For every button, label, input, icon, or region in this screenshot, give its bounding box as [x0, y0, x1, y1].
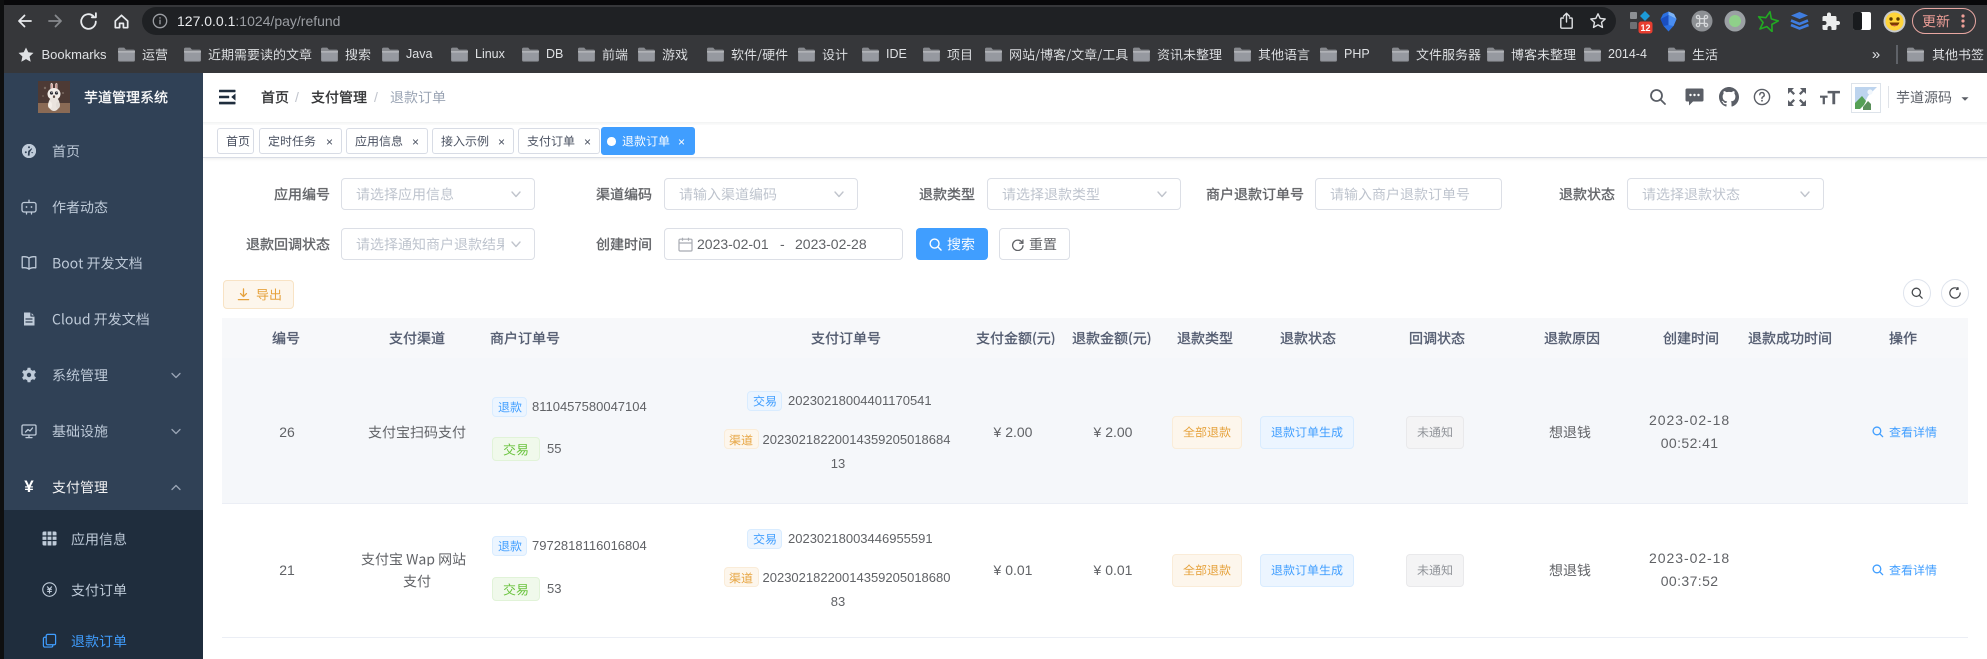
- svg-text:12: 12: [1640, 23, 1650, 33]
